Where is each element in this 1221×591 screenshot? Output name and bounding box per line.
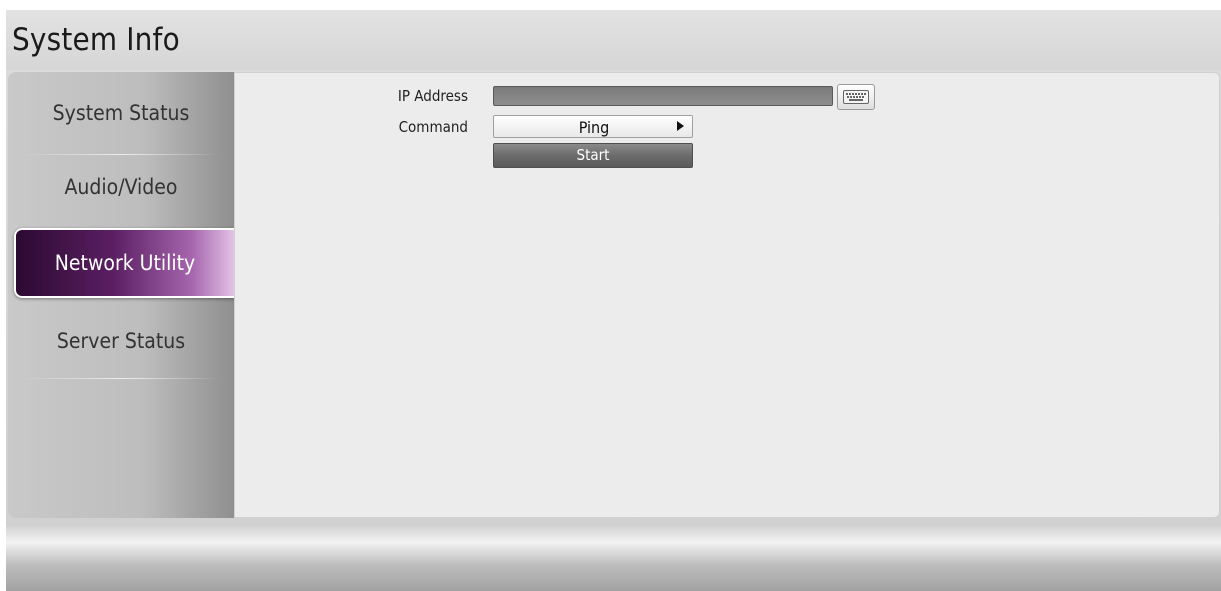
title-bar: System Info [6, 10, 1221, 70]
sidebar-item-system-status[interactable]: System Status [8, 76, 234, 150]
sidebar-item-label: System Status [52, 101, 190, 125]
command-value: Ping [578, 118, 610, 137]
command-label: Command [398, 118, 468, 136]
command-select[interactable]: Ping [493, 115, 693, 138]
keyboard-button[interactable] [837, 84, 875, 110]
sidebar-item-server-status[interactable]: Server Status [8, 304, 234, 378]
page-title: System Info [12, 22, 180, 58]
sidebar-item-label: Server Status [56, 329, 186, 353]
network-utility-panel: IP Address Command Ping Start [234, 72, 1220, 518]
sidebar-item-network-utility[interactable]: Network Utility [14, 228, 236, 298]
sidebar-item-label: Network Utility [54, 251, 196, 275]
sidebar-item-audio-video[interactable]: Audio/Video [8, 150, 234, 224]
chevron-right-icon [677, 121, 684, 131]
sidebar-item-label: Audio/Video [64, 175, 178, 199]
keyboard-icon [843, 90, 869, 104]
divider [20, 378, 220, 379]
ip-address-label: IP Address [397, 87, 468, 105]
sidebar: System Status Audio/Video Network Utilit… [8, 72, 236, 518]
bottom-bar [6, 526, 1221, 591]
ip-address-input[interactable] [493, 86, 833, 106]
start-button[interactable]: Start [493, 143, 693, 168]
app-window: System Info System Status Audio/Video Ne… [6, 10, 1221, 591]
